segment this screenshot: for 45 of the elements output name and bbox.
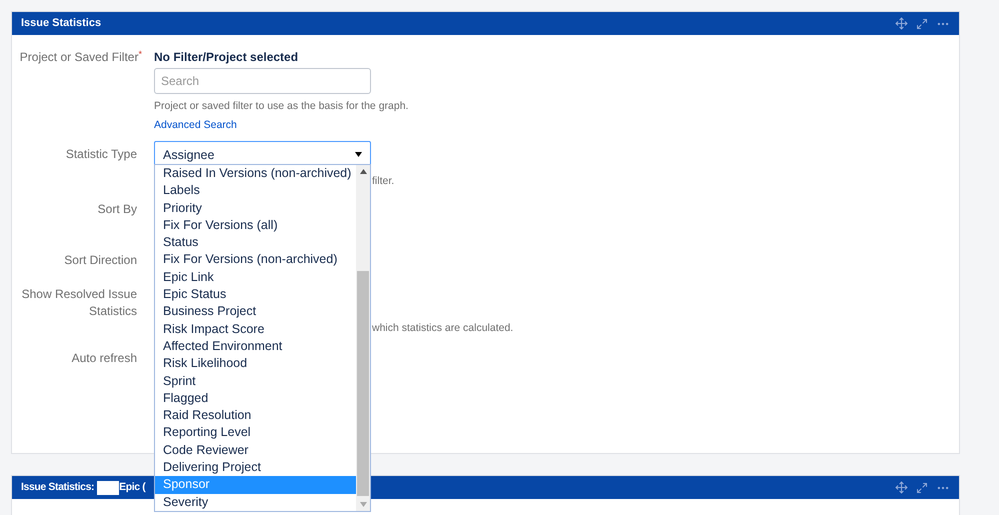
dropdown-option[interactable]: Fix For Versions (non-archived) <box>155 251 356 269</box>
caret-icon[interactable] <box>355 152 362 156</box>
dropdown-option[interactable]: Sprint <box>155 372 356 390</box>
field-label: Auto refresh <box>72 350 137 367</box>
scroll-thumb[interactable] <box>357 271 369 496</box>
help-text: Project or saved filter to use as the basis for the graph. <box>154 99 408 114</box>
help-text: which statistics are calculated. <box>372 321 514 336</box>
dropdown-option[interactable]: Business Project <box>155 303 356 321</box>
dropdown-option[interactable]: Risk Likelihood <box>155 355 356 373</box>
field-label: Sort By <box>98 201 137 218</box>
redaction-block <box>97 480 120 494</box>
gadget-title: Epic ( <box>119 480 146 495</box>
dropdown-option[interactable]: Code Reviewer <box>155 442 356 460</box>
dropdown-option[interactable]: Delivering Project <box>155 459 356 476</box>
dropdown-option[interactable]: Raid Resolution <box>155 407 356 424</box>
gadget-title: Issue Statistics: <box>21 480 94 495</box>
dropdown-option[interactable]: Flagged <box>155 390 356 408</box>
move-icon[interactable] <box>895 17 908 30</box>
field-label: Show Resolved Issue Statistics <box>20 286 137 320</box>
field-label: Sort Direction <box>64 252 137 269</box>
dropdown-option[interactable]: Epic Link <box>155 268 356 286</box>
field-label: Project or Saved Filter <box>20 49 138 66</box>
field-label: Statistic Type <box>66 146 137 163</box>
dropdown-option[interactable]: Affected Environment <box>155 338 356 356</box>
scroll-up-icon[interactable] <box>360 169 366 174</box>
dropdown-option[interactable]: Risk Impact Score <box>155 320 356 338</box>
expand-icon[interactable] <box>916 18 928 30</box>
selection-text: No Filter/Project selected <box>154 49 300 66</box>
required-mark: * <box>138 49 142 59</box>
dropdown-option[interactable]: Status <box>155 234 356 252</box>
gadget-title: Issue Statistics <box>21 16 102 32</box>
dropdown-option[interactable]: Reporting Level <box>155 424 356 442</box>
dropdown-option[interactable]: Severity <box>155 494 356 511</box>
expand-icon[interactable] <box>916 482 928 494</box>
dropdown-option[interactable]: Labels <box>155 182 356 200</box>
search-field[interactable]: Search <box>154 68 371 94</box>
dropdown-option[interactable]: Raised In Versions (non-archived) <box>155 165 356 182</box>
advanced-search-link[interactable]: Advanced Search <box>154 118 408 134</box>
scroll-down-icon[interactable] <box>360 502 366 507</box>
move-icon[interactable] <box>895 481 908 494</box>
dropdown-option[interactable]: Fix For Versions (all) <box>155 216 356 234</box>
help-text: filter. <box>372 174 394 189</box>
scrollbar[interactable] <box>356 165 370 511</box>
dropdown-option[interactable]: Epic Status <box>155 286 356 304</box>
dropdown-option[interactable]: Priority <box>155 200 356 217</box>
